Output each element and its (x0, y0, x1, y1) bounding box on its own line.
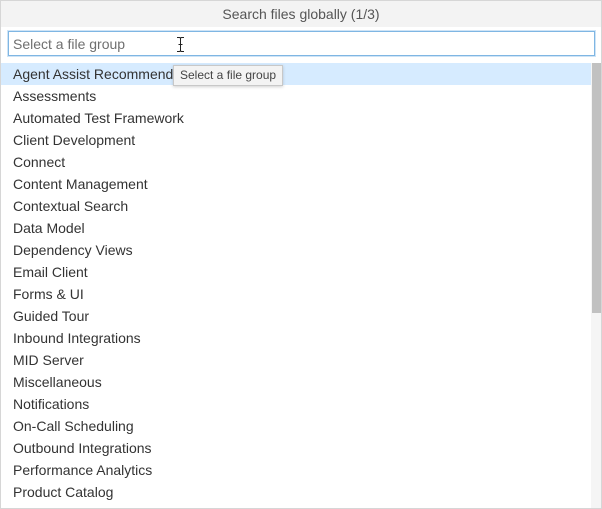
quick-pick-panel: Search files globally (1/3) Agent Assist… (0, 0, 602, 509)
list-item[interactable]: Miscellaneous (1, 371, 591, 393)
list-item[interactable]: Content Management (1, 173, 591, 195)
list-item[interactable]: Email Client (1, 261, 591, 283)
window-title: Search files globally (1/3) (1, 1, 601, 27)
list-item[interactable]: Client Development (1, 129, 591, 151)
list-item[interactable]: Agent Assist Recommendations (1, 63, 591, 85)
search-tooltip: Select a file group (173, 65, 284, 86)
list-item[interactable]: Inbound Integrations (1, 327, 591, 349)
text-cursor-icon (177, 37, 184, 52)
list-item[interactable]: Outbound Integrations (1, 437, 591, 459)
list-item[interactable]: Product Catalog (1, 481, 591, 503)
list-item[interactable]: Guided Tour (1, 305, 591, 327)
scrollbar-thumb[interactable] (592, 63, 601, 313)
list-item[interactable]: On-Call Scheduling (1, 415, 591, 437)
list-item[interactable]: MID Server (1, 349, 591, 371)
search-field[interactable] (8, 31, 595, 56)
file-group-list: Agent Assist Recommendations Assessments… (1, 63, 591, 508)
list-item[interactable]: Contextual Search (1, 195, 591, 217)
list-item[interactable]: Connect (1, 151, 591, 173)
list-scrollbar[interactable] (591, 63, 601, 508)
list-item[interactable]: Dependency Views (1, 239, 591, 261)
list-item[interactable]: Data Model (1, 217, 591, 239)
list-item[interactable]: Performance Analytics (1, 459, 591, 481)
list-item[interactable]: Forms & UI (1, 283, 591, 305)
list-item[interactable]: Automated Test Framework (1, 107, 591, 129)
list-item[interactable]: Notifications (1, 393, 591, 415)
list-item[interactable]: Assessments (1, 85, 591, 107)
search-input[interactable] (9, 32, 594, 55)
